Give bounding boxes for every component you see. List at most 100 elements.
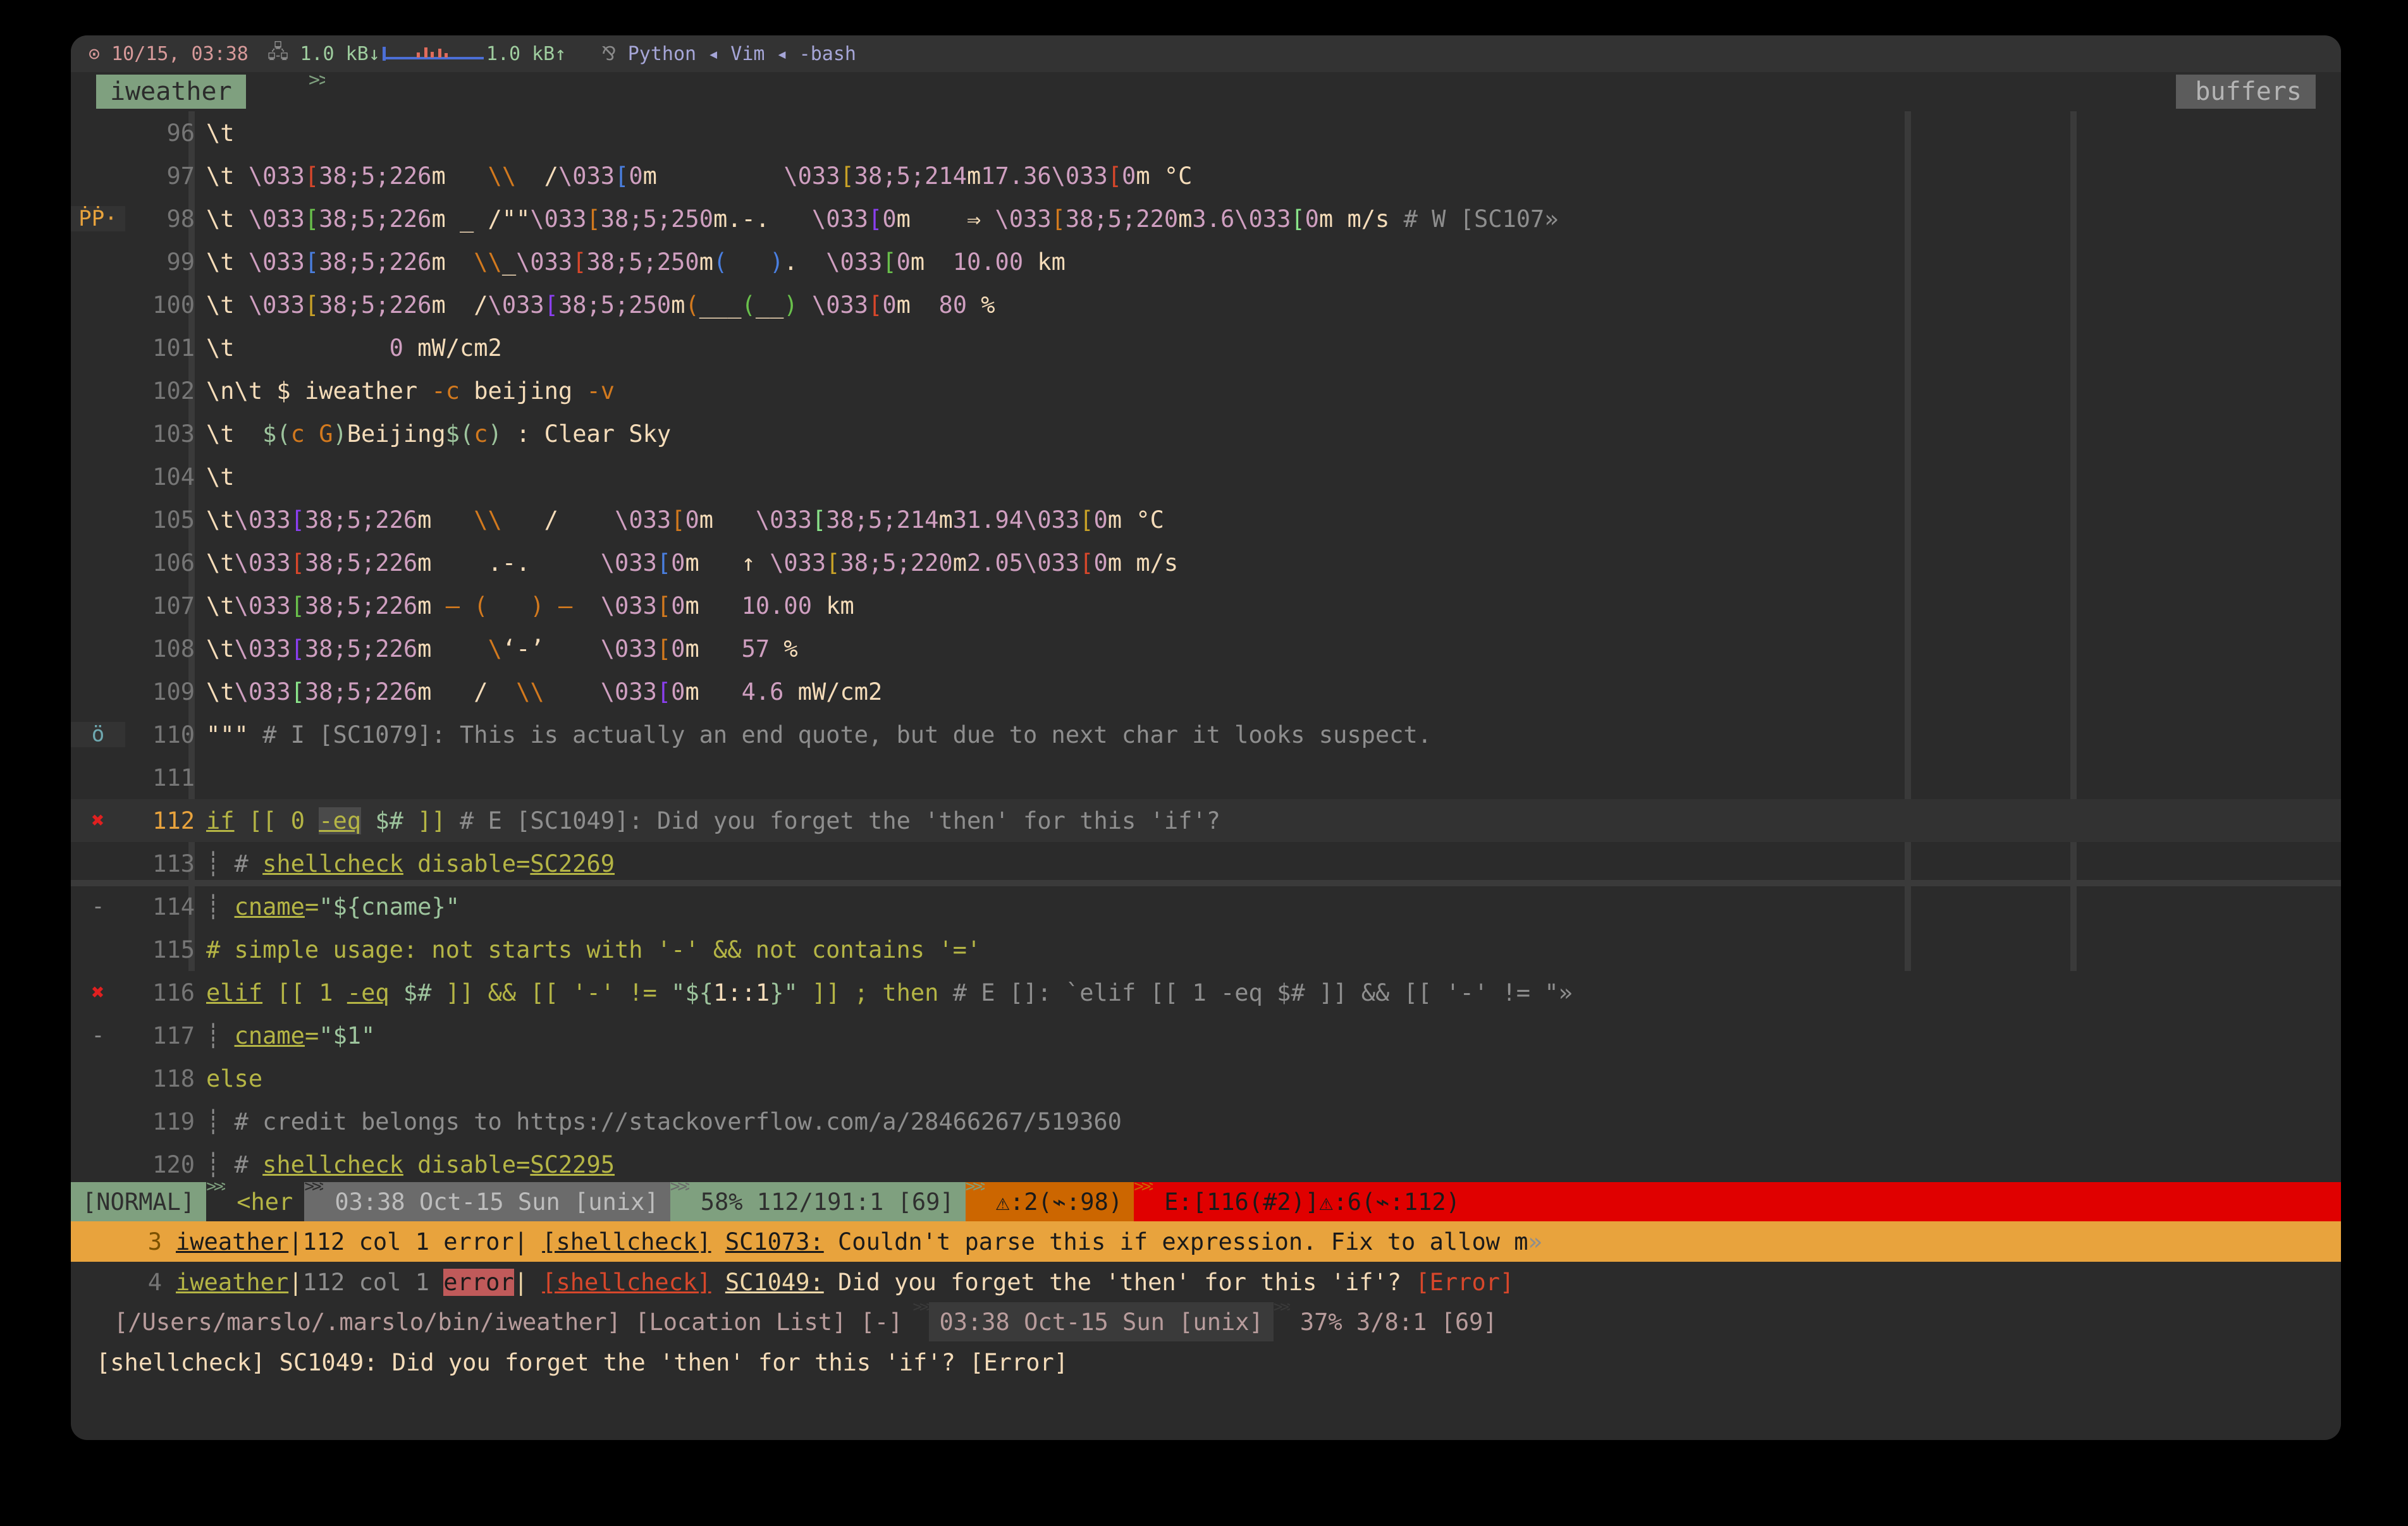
editor-line[interactable]: 118 else xyxy=(71,1057,2341,1100)
botstatus-position: 37% 3/8:1 [69] xyxy=(1299,1308,1497,1336)
editor-line[interactable]: ✖ 116 elif [[ 1 -eq $# ]] && [[ '-' != "… xyxy=(71,971,2341,1014)
status-mode: [NORMAL] xyxy=(71,1182,207,1221)
topbar-upload: 1.0 kB↑ xyxy=(486,42,567,65)
editor-line[interactable]: 97 \t \033[38;5;226m \\ /\033[0m \033[38… xyxy=(71,154,2341,197)
line-content: \t\033[38;5;226m / \\ \033[0m 4.6 mW/cm2 xyxy=(206,678,883,705)
vim-message-line: [shellcheck] SC1049: Did you forget the … xyxy=(71,1341,2341,1383)
loclist-statusline: [/Users/marslo/.marslo/bin/iweather] [Lo… xyxy=(71,1302,2341,1341)
editor-line[interactable]: 108 \t\033[38;5;226m \‘-’ \033[0m 57 % xyxy=(71,627,2341,670)
line-content: if [[ 0 -eq $# ]] # E [SC1049]: Did you … xyxy=(206,807,1220,834)
editor-line[interactable]: 119 ┊ # credit belongs to https://stacko… xyxy=(71,1100,2341,1143)
editor-line[interactable]: 103 \t $(c G)Beijing$(c) : Clear Sky xyxy=(71,412,2341,455)
status-sep-5: >>>> xyxy=(1134,1182,1153,1221)
line-content: ┊ cname="$1" xyxy=(206,1022,376,1049)
line-number: 115 xyxy=(152,936,195,963)
editor-line[interactable]: 109 \t\033[38;5;226m / \\ \033[0m 4.6 mW… xyxy=(71,670,2341,713)
loclist-position: 112 col 1 xyxy=(302,1268,444,1296)
editor-line[interactable]: ö 110 """ # I [SC1079]: This is actually… xyxy=(71,713,2341,756)
topbar-download: 1.0 kB↓ xyxy=(300,42,380,65)
topbar-datetime: 10/15, 03:38 xyxy=(111,42,249,65)
line-number: 117 xyxy=(152,1022,195,1049)
line-content: \t xyxy=(206,463,235,491)
line-number: 112 xyxy=(152,807,195,834)
status-sep-2: >>>> xyxy=(304,1182,324,1221)
diff-change-sign-icon: - xyxy=(91,894,105,919)
line-number: 109 xyxy=(152,678,195,705)
editor-line[interactable]: 113 ┊ # shellcheck disable=SC2269 xyxy=(71,842,2341,885)
editor-line[interactable]: 111 xyxy=(71,756,2341,799)
tab-iweather[interactable]: iweather xyxy=(96,75,246,109)
line-content: \t $(c G)Beijing$(c) : Clear Sky xyxy=(206,420,672,448)
status-position: 58% 112/191:1 [69] xyxy=(689,1182,966,1221)
editor-line[interactable]: ṖṖ· 98 \t \033[38;5;226m _ /""\033[38;5;… xyxy=(71,197,2341,240)
vim-statusline: [NORMAL] >>>> <her >>>> 03:38 Oct-15 Sun… xyxy=(71,1182,2341,1221)
editor-pane[interactable]: 96 \t 97 \t \033[38;5;226m \\ /\033[0m \… xyxy=(71,111,2341,1182)
loclist-overflow: » xyxy=(1528,1228,1542,1255)
loclist-position: 112 col 1 xyxy=(302,1228,444,1255)
botstatus-path: [/Users/marslo/.marslo/bin/iweather] [Lo… xyxy=(114,1308,903,1336)
editor-line[interactable]: 107 \t\033[38;5;226m – ( ) – \033[0m 10.… xyxy=(71,584,2341,627)
editor-line[interactable]: 100 \t \033[38;5;226m /\033[38;5;250m(__… xyxy=(71,283,2341,326)
loclist-tool: [shellcheck] xyxy=(542,1268,711,1296)
loclist-index: 3 xyxy=(147,1228,162,1255)
botstatus-sep-1: >>>> xyxy=(912,1302,929,1315)
network-icon: 🖧 xyxy=(267,40,300,63)
editor-line[interactable]: - 114 ┊ cname="${cname}" xyxy=(71,885,2341,928)
line-number: 98 xyxy=(166,205,195,233)
editor-line[interactable]: 115 # simple usage: not starts with '-' … xyxy=(71,928,2341,971)
network-sparkline xyxy=(382,46,484,62)
line-number: 111 xyxy=(152,764,195,791)
editor-line[interactable]: 96 \t xyxy=(71,111,2341,154)
editor-line[interactable]: 120 ┊ # shellcheck disable=SC2295 xyxy=(71,1143,2341,1182)
editor-line[interactable]: 102 \n\t $ iweather -c beijing -v xyxy=(71,369,2341,412)
loclist-tool: [shellcheck] xyxy=(542,1228,711,1255)
line-content: \n\t $ iweather -c beijing -v xyxy=(206,377,615,405)
line-content: \t\033[38;5;226m .-. \033[0m ↑ \033[38;5… xyxy=(206,549,1179,577)
loclist-file: iweather xyxy=(176,1268,289,1296)
status-sep-3: >>>> xyxy=(670,1182,689,1221)
line-number: 100 xyxy=(152,291,195,319)
loclist-severity: error xyxy=(443,1268,514,1296)
loclist-separator: | xyxy=(513,1268,543,1296)
line-content: \t \033[38;5;226m \\ /\033[0m \033[38;5;… xyxy=(206,162,1193,190)
location-list-row[interactable]: 4 iweather | 112 col 1 error | [shellche… xyxy=(71,1262,2341,1302)
error-sign-icon: ✖ xyxy=(91,980,105,1005)
location-list-row[interactable]: 3 iweather | 112 col 1 error | [shellche… xyxy=(71,1221,2341,1262)
editor-line[interactable]: 99 \t \033[38;5;226m \\_\033[38;5;250m( … xyxy=(71,240,2341,283)
editor-line[interactable]: 101 \t 0 mW/cm2 xyxy=(71,326,2341,369)
loclist-separator: | xyxy=(288,1268,303,1296)
line-number: 104 xyxy=(152,463,195,491)
diff-change-sign-icon: - xyxy=(91,1023,105,1048)
editor-line[interactable]: - 117 ┊ cname="$1" xyxy=(71,1014,2341,1057)
botstatus-sep-2: >>>> xyxy=(1273,1302,1290,1315)
loclist-code: SC1073: xyxy=(725,1228,824,1255)
buffers-label[interactable]: buffers xyxy=(2176,75,2316,109)
line-number: 102 xyxy=(152,377,195,405)
line-content: ┊ # credit belongs to https://stackoverf… xyxy=(206,1108,1122,1135)
botstatus-datetime: 03:38 Oct-15 Sun [unix] xyxy=(929,1302,1274,1341)
line-content: """ # I [SC1079]: This is actually an en… xyxy=(206,721,1432,748)
status-errors: E:[116(#2)]⚠:6(⌁:112) xyxy=(1153,1182,2341,1221)
clock-icon: ⊙ xyxy=(89,42,112,65)
loclist-separator: | xyxy=(288,1228,303,1255)
status-datetime: 03:38 Oct-15 Sun [unix] xyxy=(323,1182,670,1221)
line-content: \t 0 mW/cm2 xyxy=(206,334,502,362)
location-list[interactable]: 3 iweather | 112 col 1 error | [shellche… xyxy=(71,1221,2341,1302)
line-content: ┊ cname="${cname}" xyxy=(206,893,460,920)
editor-line[interactable]: 105 \t\033[38;5;226m \\ / \033[0m \033[3… xyxy=(71,498,2341,541)
loclist-error-tag: [Error] xyxy=(1415,1268,1514,1296)
line-content: \t xyxy=(206,119,235,147)
status-sep-1: >>>> xyxy=(206,1182,226,1221)
status-sep-4: >>>> xyxy=(965,1182,985,1221)
loclist-file: iweather xyxy=(176,1228,289,1255)
line-number: 113 xyxy=(152,850,195,877)
status-warnings: ⚠:2(⌁:98) xyxy=(984,1182,1134,1221)
editor-line[interactable]: 106 \t\033[38;5;226m .-. \033[0m ↑ \033[… xyxy=(71,541,2341,584)
editor-line[interactable]: 104 \t xyxy=(71,455,2341,498)
warning-sign-icon: ṖṖ· xyxy=(71,206,125,231)
line-content: \t\033[38;5;226m \\ / \033[0m \033[38;5;… xyxy=(206,506,1164,534)
editor-line-cursor[interactable]: ✖ 112 if [[ 0 -eq $# ]] # E [SC1049]: Di… xyxy=(71,799,2341,842)
line-number: 99 xyxy=(166,248,195,276)
line-number: 97 xyxy=(166,162,195,190)
error-sign-icon: ✖ xyxy=(91,808,105,833)
